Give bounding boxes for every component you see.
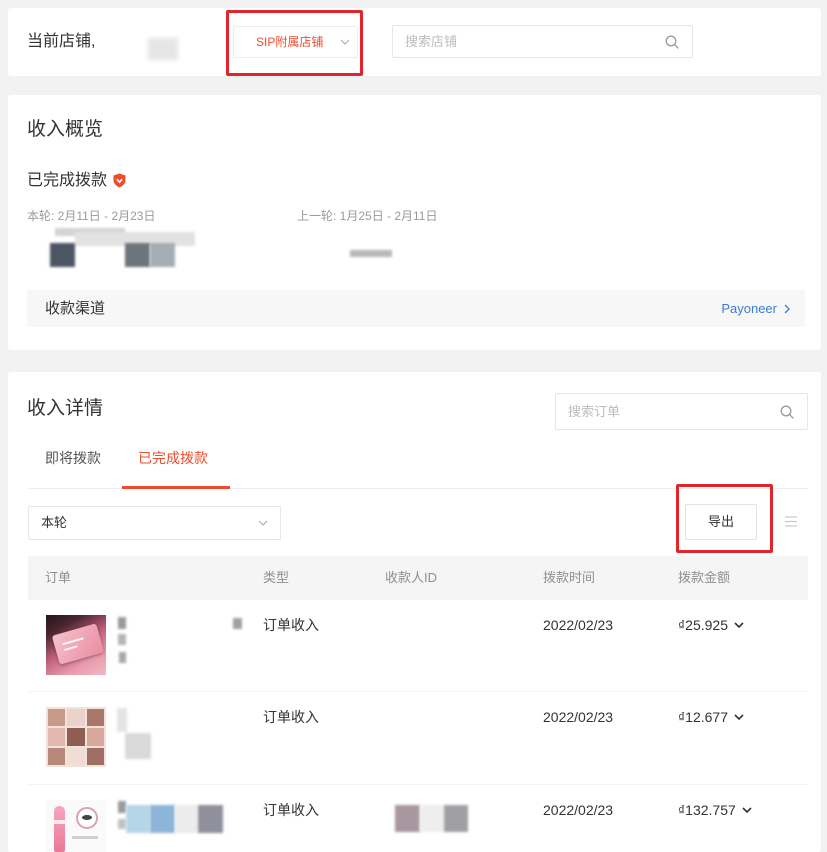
thumbnail-card-graphic (51, 623, 105, 665)
payout-channel-link[interactable]: Payoneer (721, 290, 790, 327)
store-bar: 当前店铺, SIP附属店铺 (8, 8, 821, 76)
row-type: 订单收入 (263, 617, 319, 633)
redacted-amount (350, 250, 392, 257)
redacted-payee-id (420, 805, 444, 832)
collage-tile (86, 747, 104, 765)
period-select[interactable]: 本轮 (28, 506, 281, 540)
completed-payout-heading: 已完成拨款 (27, 171, 126, 190)
order-search-input[interactable] (556, 394, 807, 429)
tab-upcoming-payout[interactable]: 即将拨款 (45, 450, 101, 467)
collage-tile (67, 728, 85, 746)
payout-channel-row: 收款渠道 Payoneer (27, 290, 805, 327)
product-thumbnail[interactable] (46, 615, 106, 675)
period-select-value: 本轮 (41, 515, 68, 530)
section-title: 收入概览 (27, 119, 104, 140)
redacted-product-info (198, 805, 223, 833)
list-icon[interactable] (785, 515, 797, 528)
active-tab-indicator (122, 486, 230, 489)
chevron-down-icon (340, 39, 350, 45)
thumbnail-product-graphic (76, 807, 98, 829)
store-select-value: SIP附属店铺 (256, 35, 324, 49)
row-amount-cell: ₫12.677 (678, 708, 744, 726)
export-button[interactable]: 导出 (685, 504, 757, 540)
row-date: 2022/02/23 (543, 617, 614, 633)
search-icon[interactable] (780, 405, 794, 419)
row-amount-cell: ₫132.757 (678, 801, 752, 819)
column-header-payout-time: 拨款时间 (543, 570, 596, 585)
payout-tabs: 即将拨款 已完成拨款 (28, 442, 808, 489)
income-overview-card: 收入概览 已完成拨款 本轮: 2月11日 - 2月23日 上一轮: 1月25日 … (8, 95, 821, 350)
payout-channel-value: Payoneer (721, 301, 777, 316)
chevron-down-icon[interactable] (734, 622, 744, 628)
row-amount: ₫132.757 (678, 802, 736, 818)
row-type: 订单收入 (263, 709, 319, 725)
column-header-type: 类型 (263, 570, 290, 585)
collage-tile (48, 728, 66, 746)
chevron-down-icon (258, 520, 268, 526)
chevron-down-icon[interactable] (742, 807, 752, 813)
row-amount: ₫25.925 (678, 617, 729, 633)
redacted-product-info (126, 805, 150, 833)
collage-tile (48, 709, 66, 727)
shield-icon (113, 173, 126, 188)
redacted-product-info (233, 618, 242, 629)
row-amount: ₫12.677 (678, 709, 729, 725)
collage-tile (67, 709, 85, 727)
collage-tile (48, 747, 66, 765)
payout-channel-label: 收款渠道 (45, 300, 106, 317)
redacted-payee-id (444, 805, 468, 832)
table-row: 订单收入 2022/02/23 ₫12.677 (28, 692, 808, 785)
current-period: 本轮: 2月11日 - 2月23日 (27, 209, 156, 223)
income-details-card: 收入详情 即将拨款 已完成拨款 本轮 导出 订单 类型 收款人ID 拨款时间 拨… (8, 372, 821, 852)
store-search-input[interactable] (393, 26, 692, 57)
redacted-payee-id (395, 805, 420, 832)
current-store-label: 当前店铺, (27, 33, 96, 50)
collage-tile (86, 709, 104, 727)
table-row: 订单收入 2022/02/23 ₫132.757 (28, 785, 808, 852)
store-search-box (392, 25, 693, 58)
redacted-amount (150, 243, 175, 267)
order-search-box (555, 393, 808, 430)
row-type: 订单收入 (263, 802, 319, 818)
section-title: 收入详情 (27, 398, 104, 419)
redacted-product-info (118, 634, 126, 645)
redacted-product-info (119, 652, 126, 663)
column-header-payee-id: 收款人ID (385, 570, 438, 585)
table-header: 订单 类型 收款人ID 拨款时间 拨款金额 (28, 556, 808, 600)
redacted-product-info (118, 617, 126, 629)
previous-period: 上一轮: 1月25日 - 2月11日 (297, 209, 438, 223)
product-thumbnail[interactable] (46, 800, 106, 852)
redacted-product-info (118, 801, 126, 813)
thumbnail-detail (62, 637, 84, 646)
redacted-product-info (150, 805, 175, 833)
row-amount-cell: ₫25.925 (678, 616, 744, 634)
chevron-down-icon[interactable] (734, 714, 744, 720)
thumbnail-detail (82, 815, 92, 820)
thumbnail-detail (54, 820, 65, 824)
table-row: 订单收入 2022/02/23 ₫25.925 (28, 600, 808, 692)
completed-payout-label: 已完成拨款 (27, 172, 108, 189)
redacted-product-info (175, 805, 198, 833)
redacted-amount (125, 243, 150, 267)
thumbnail-detail (72, 836, 98, 839)
chevron-right-icon (784, 304, 790, 314)
row-date: 2022/02/23 (543, 709, 614, 725)
collage-tile (86, 728, 104, 746)
thumbnail-product-graphic (54, 806, 65, 852)
product-thumbnail[interactable] (46, 707, 106, 767)
store-select[interactable]: SIP附属店铺 (233, 26, 358, 58)
redacted-product-info (117, 708, 127, 732)
tab-completed-payout[interactable]: 已完成拨款 (138, 450, 208, 467)
search-icon[interactable] (665, 35, 679, 49)
redacted-product-info (118, 819, 126, 829)
row-date: 2022/02/23 (543, 802, 614, 818)
column-header-order: 订单 (45, 570, 72, 585)
redacted-product-info (125, 733, 151, 759)
collage-tile (67, 747, 85, 765)
redacted-amount (50, 243, 75, 267)
thumbnail-detail (63, 645, 78, 652)
column-header-payout-amount: 拨款金额 (678, 570, 731, 585)
store-name-redacted (148, 38, 178, 60)
